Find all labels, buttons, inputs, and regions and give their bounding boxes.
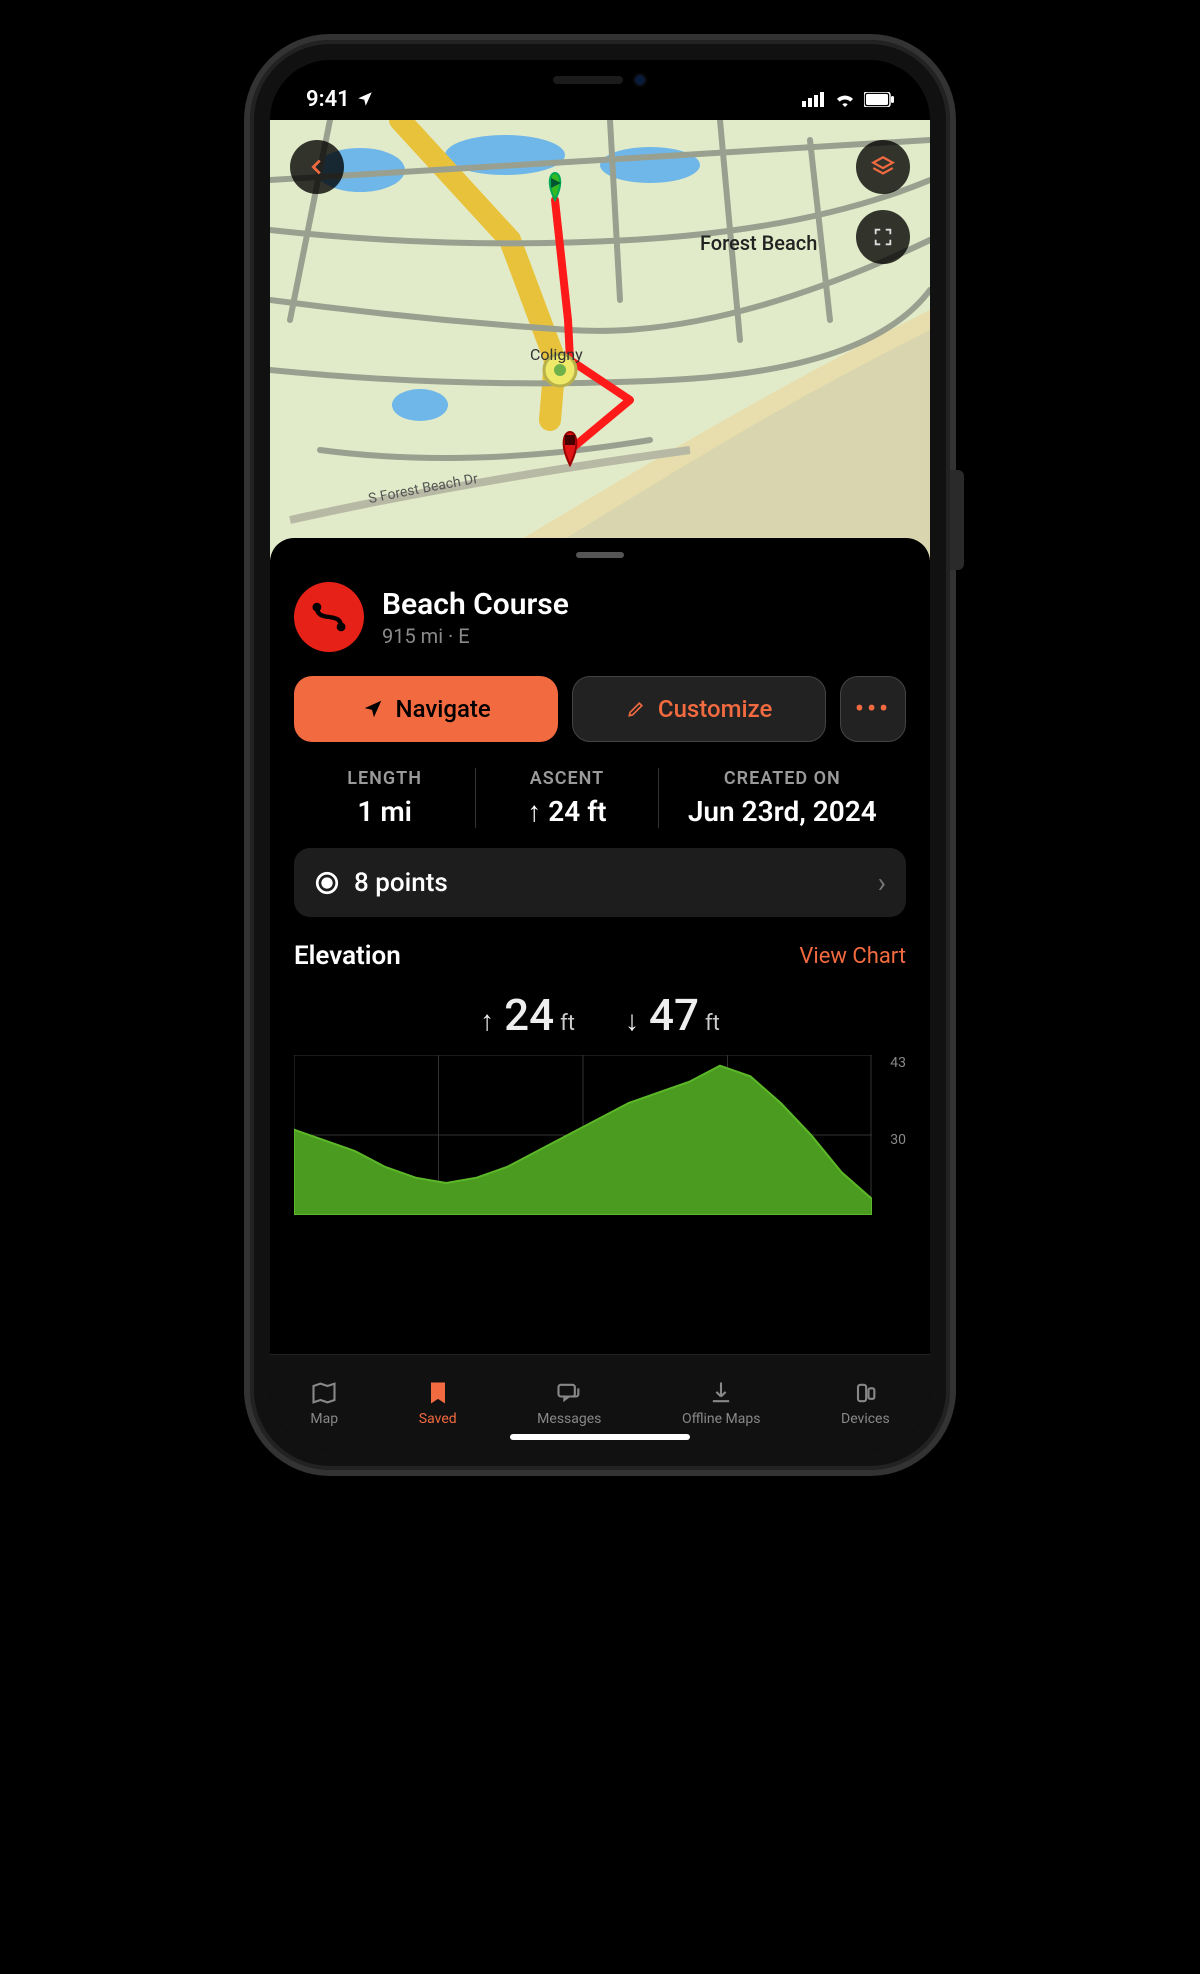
ascent-label: ASCENT <box>484 768 649 789</box>
customize-button[interactable]: Customize <box>572 676 826 742</box>
navigate-button[interactable]: Navigate <box>294 676 558 742</box>
home-indicator[interactable] <box>510 1434 690 1440</box>
bookmark-icon <box>424 1379 452 1407</box>
more-button[interactable]: ••• <box>840 676 906 742</box>
cellular-icon <box>802 91 826 107</box>
created-label: CREATED ON <box>667 768 898 789</box>
power-button <box>950 470 964 570</box>
tab-offline-maps[interactable]: Offline Maps <box>682 1379 761 1427</box>
tab-messages[interactable]: Messages <box>537 1379 601 1427</box>
course-subtitle: 915 mi · E <box>382 624 569 648</box>
phone-frame: 9:41 <box>250 40 950 1470</box>
elevation-chart[interactable]: 43 30 <box>294 1055 906 1215</box>
map-icon <box>310 1379 338 1407</box>
points-row[interactable]: 8 points › <box>294 848 906 917</box>
chart-y-mid: 30 <box>890 1132 906 1148</box>
ascent-value: ↑ 24 ft <box>484 795 649 828</box>
tab-saved[interactable]: Saved <box>419 1379 457 1427</box>
sheet-grabber[interactable] <box>576 552 624 558</box>
view-chart-link[interactable]: View Chart <box>799 944 906 969</box>
details-sheet: Beach Course 915 mi · E Navigate Customi… <box>270 538 930 1354</box>
route-icon <box>294 582 364 652</box>
stats-row: LENGTH 1 mi ASCENT ↑ 24 ft CREATED ON Ju… <box>294 768 906 828</box>
elevation-loss: ↓ 47 ft <box>625 989 720 1041</box>
arrow-down-icon: ↓ <box>625 1004 639 1037</box>
battery-icon <box>864 92 894 107</box>
target-icon <box>314 870 340 896</box>
download-icon <box>707 1379 735 1407</box>
route-map[interactable]: S Forest Beach Dr Coligny Forest <box>270 120 930 560</box>
tab-map[interactable]: Map <box>310 1379 338 1427</box>
devices-icon <box>851 1379 879 1407</box>
back-button[interactable] <box>290 140 344 194</box>
course-header: Beach Course 915 mi · E <box>294 582 906 652</box>
screen: 9:41 <box>270 60 930 1450</box>
length-value: 1 mi <box>302 795 467 828</box>
status-time: 9:41 <box>306 87 350 112</box>
svg-text:Coligny: Coligny <box>530 345 583 364</box>
fullscreen-button[interactable] <box>856 210 910 264</box>
elevation-heading: Elevation <box>294 941 401 971</box>
notch <box>470 60 730 100</box>
chevron-right-icon: › <box>878 866 886 899</box>
pencil-icon <box>626 699 646 719</box>
created-value: Jun 23rd, 2024 <box>667 795 898 828</box>
elevation-gain: ↑ 24 ft <box>480 989 575 1041</box>
location-icon <box>356 90 374 108</box>
layers-button[interactable] <box>856 140 910 194</box>
tab-devices[interactable]: Devices <box>841 1379 890 1427</box>
navigate-icon <box>362 698 384 720</box>
chart-y-top: 43 <box>890 1055 906 1071</box>
points-label: 8 points <box>354 868 448 898</box>
arrow-up-icon: ↑ <box>480 1004 494 1037</box>
length-label: LENGTH <box>302 768 467 789</box>
course-title: Beach Course <box>382 587 569 622</box>
messages-icon <box>555 1379 583 1407</box>
elevation-summary: ↑ 24 ft ↓ 47 ft <box>294 989 906 1041</box>
svg-text:Forest Beach: Forest Beach <box>700 231 817 255</box>
wifi-icon <box>834 91 856 107</box>
